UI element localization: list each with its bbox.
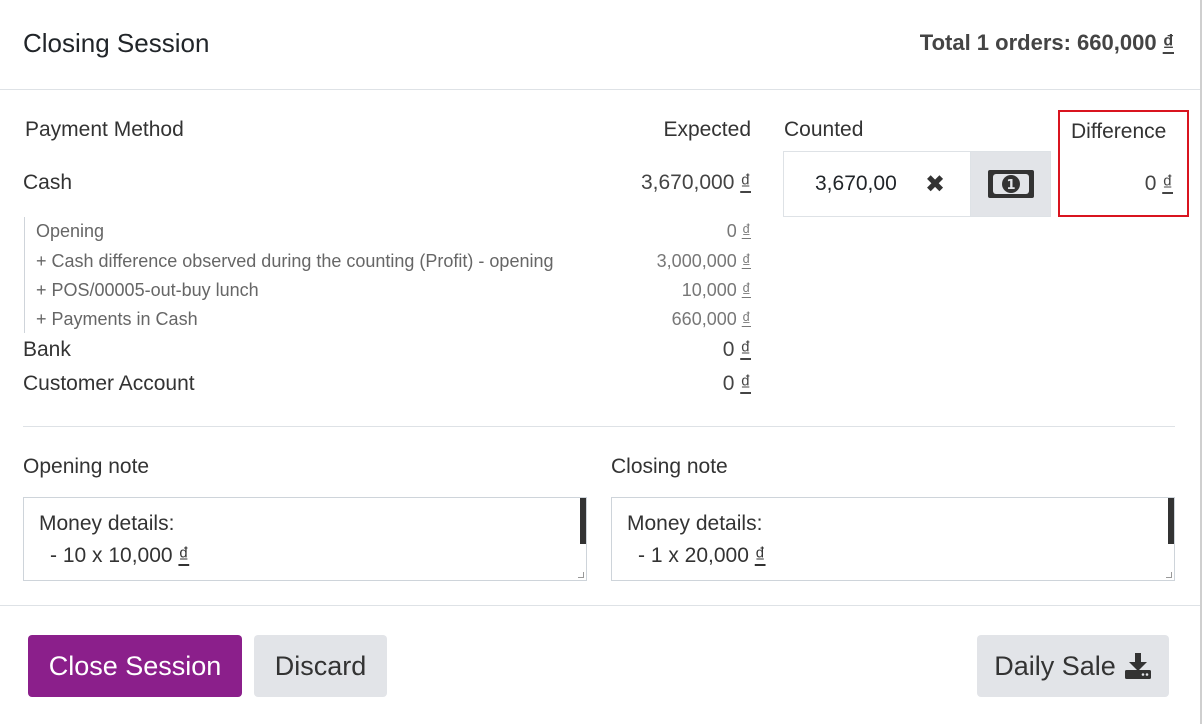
opening-note-text: - 10 x 10,000 <box>50 544 179 567</box>
detail-amount-text: 3,000,000 <box>656 251 742 271</box>
cash-counted-input[interactable]: 3,670,00 ✖ <box>783 151 971 217</box>
bank-label: Bank <box>23 338 71 361</box>
closing-note-text: - 1 x 20,000 <box>638 544 755 567</box>
closing-session-dialog: Closing Session Total 1 orders: 660,000 … <box>0 0 1202 724</box>
section-divider <box>23 426 1175 427</box>
currency-symbol: ₫ <box>178 544 190 567</box>
currency-symbol: ₫ <box>1162 30 1174 55</box>
currency-symbol: ₫ <box>740 372 751 395</box>
closing-note-textarea[interactable]: Money details: - 1 x 20,000 ₫ <box>611 497 1175 581</box>
cash-detail-label: + Payments in Cash <box>36 309 198 329</box>
customer-account-expected-value: 0 ₫ <box>723 372 751 396</box>
difference-highlight: Difference 0 ₫ <box>1058 110 1189 217</box>
svg-text:1: 1 <box>1006 178 1015 193</box>
resize-handle[interactable] <box>1166 572 1172 578</box>
cash-label: Cash <box>23 171 73 194</box>
discard-button[interactable]: Discard <box>254 635 387 697</box>
closing-note-label: Closing note <box>611 455 728 478</box>
cash-expected-amount: 3,670,000 <box>640 171 741 194</box>
detail-amount-text: 10,000 <box>681 280 742 300</box>
customer-account-amount: 0 <box>722 372 741 395</box>
customer-account-label: Customer Account <box>23 372 195 395</box>
times-icon[interactable]: ✖ <box>925 170 945 199</box>
cash-detail-label: + Cash difference observed during the co… <box>36 251 554 271</box>
payment-method-header: Payment Method <box>25 118 184 141</box>
currency-symbol: ₫ <box>741 309 751 329</box>
opening-note-line: - 10 x 10,000 ₫ <box>50 544 189 568</box>
opening-note-textarea[interactable]: Money details: - 10 x 10,000 ₫ <box>23 497 587 581</box>
currency-symbol: ₫ <box>741 251 751 271</box>
daily-sale-button[interactable]: Daily Sale <box>977 635 1169 697</box>
closing-note-line: Money details: <box>627 512 763 535</box>
currency-symbol: ₫ <box>741 221 751 241</box>
resize-handle[interactable] <box>578 572 584 578</box>
opening-note-line: Money details: <box>39 512 175 535</box>
dialog-title: Closing Session <box>23 28 210 58</box>
closing-note-line: - 1 x 20,000 ₫ <box>638 544 766 568</box>
cash-expected-value: 3,670,000 ₫ <box>641 171 751 195</box>
details-divider <box>24 217 25 333</box>
bank-expected-value: 0 ₫ <box>723 338 751 362</box>
currency-symbol: ₫ <box>741 280 751 300</box>
cash-detail-amount: 3,000,000 ₫ <box>657 251 751 272</box>
currency-symbol: ₫ <box>740 338 751 361</box>
cash-detail-amount: 660,000 ₫ <box>672 309 751 330</box>
detail-amount-text: 660,000 <box>671 309 742 329</box>
currency-symbol: ₫ <box>740 171 751 194</box>
scrollbar[interactable] <box>1168 498 1174 544</box>
cash-detail-amount: 10,000 ₫ <box>682 280 751 301</box>
money-details-button[interactable]: 1 <box>970 151 1051 217</box>
orders-total-text: Total 1 orders: 660,000 <box>919 30 1163 55</box>
difference-header: Difference <box>1071 120 1167 143</box>
footer-divider <box>0 605 1200 606</box>
cash-difference-value: 0 ₫ <box>1145 172 1173 196</box>
cash-difference-amount: 0 <box>1144 172 1163 195</box>
detail-amount-text: 0 <box>726 221 742 241</box>
cash-detail-label: + POS/00005-out-buy lunch <box>36 280 259 300</box>
cash-detail-label: Opening <box>36 221 105 241</box>
daily-sale-label: Daily Sale <box>994 650 1116 681</box>
scrollbar[interactable] <box>580 498 586 544</box>
orders-total: Total 1 orders: 660,000 ₫ <box>920 30 1174 56</box>
expected-header: Expected <box>663 118 751 141</box>
currency-symbol: ₫ <box>1162 172 1173 195</box>
cash-counted-value[interactable]: 3,670,00 <box>815 172 897 196</box>
dialog-header: Closing Session Total 1 orders: 660,000 … <box>0 0 1200 90</box>
currency-symbol: ₫ <box>754 544 766 567</box>
download-icon <box>1124 653 1151 679</box>
close-session-button[interactable]: Close Session <box>28 635 242 697</box>
money-bill-icon: 1 <box>988 170 1034 198</box>
cash-detail-amount: 0 ₫ <box>727 221 751 242</box>
bank-amount: 0 <box>722 338 741 361</box>
opening-note-label: Opening note <box>23 455 150 478</box>
counted-header: Counted <box>784 118 864 141</box>
